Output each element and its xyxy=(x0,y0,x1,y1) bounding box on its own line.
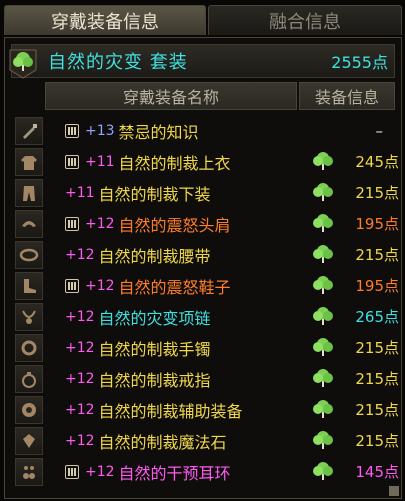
enhancement-level: +12 xyxy=(65,308,95,325)
equipment-name: 自然的制裁辅助装备 xyxy=(98,401,243,421)
necklace-slot-icon xyxy=(15,302,43,331)
enhancement-level: +12 xyxy=(65,339,95,356)
tree-icon xyxy=(311,335,335,359)
equipment-points: 195点 xyxy=(355,277,399,295)
weapon-slot-icon xyxy=(15,116,43,145)
earring-slot-icon xyxy=(15,457,43,486)
lock-icon xyxy=(65,278,79,293)
enhancement-level: +12 xyxy=(85,215,115,232)
lock-icon xyxy=(65,216,79,231)
equipment-row-belt[interactable]: +12 自然的制裁腰带 215点 xyxy=(15,240,399,269)
equipment-row-magicstone[interactable]: +12 自然的制裁魔法石 215点 xyxy=(15,426,399,455)
tree-icon xyxy=(311,459,335,483)
equipment-row-support[interactable]: +12 自然的制裁辅助装备 215点 xyxy=(15,395,399,424)
equipment-points: 215点 xyxy=(355,339,399,357)
equipment-points: 215点 xyxy=(355,401,399,419)
belt-slot-icon xyxy=(15,240,43,269)
tree-icon xyxy=(311,149,335,173)
equipment-points: 215点 xyxy=(355,370,399,388)
equipment-points: 145点 xyxy=(355,463,399,481)
lock-icon xyxy=(65,464,79,479)
enhancement-level: +12 xyxy=(85,277,115,294)
enhancement-level: +11 xyxy=(65,184,95,201)
equipment-points: 245点 xyxy=(355,153,399,171)
tree-icon xyxy=(311,273,335,297)
pants-slot-icon xyxy=(15,178,43,207)
equipment-points: 265点 xyxy=(355,308,399,326)
bracelet-slot-icon xyxy=(15,333,43,362)
enhancement-level: +12 xyxy=(65,401,95,418)
equipment-points: 215点 xyxy=(355,246,399,264)
equipment-row-earring[interactable]: +12 自然的干预耳环 145点 xyxy=(15,457,399,486)
equipment-name: 自然的干预耳环 xyxy=(118,463,231,483)
equipment-name: 禁忌的知识 xyxy=(118,122,199,142)
tab-equipped-info[interactable]: 穿戴装备信息 xyxy=(4,5,206,35)
tree-icon xyxy=(311,304,335,328)
equipment-points: – xyxy=(375,121,384,140)
equipment-name: 自然的制裁上衣 xyxy=(118,153,231,173)
enhancement-level: +12 xyxy=(65,370,95,387)
equipment-name-header: 穿戴装备名称 xyxy=(45,82,297,110)
equipment-row-shoulder[interactable]: +12 自然的震怒头肩 195点 xyxy=(15,209,399,238)
enhancement-level: +12 xyxy=(65,246,95,263)
tree-icon xyxy=(311,211,335,235)
tree-icon xyxy=(311,180,335,204)
equipment-name: 自然的震怒头肩 xyxy=(118,215,231,235)
enhancement-level: +11 xyxy=(85,153,115,170)
equipment-row-necklace[interactable]: +12 自然的灾变项链 265点 xyxy=(15,302,399,331)
tree-icon xyxy=(311,428,335,452)
equipment-row-bracelet[interactable]: +12 自然的制裁手镯 215点 xyxy=(15,333,399,362)
equipment-name: 自然的制裁手镯 xyxy=(98,339,211,359)
magicstone-slot-icon xyxy=(15,426,43,455)
lock-icon xyxy=(65,154,79,169)
tree-icon xyxy=(311,397,335,421)
equipment-points: 215点 xyxy=(355,432,399,450)
set-summary-row: 自然的灾变 套装 2555点 xyxy=(9,44,395,79)
set-points: 2555点 xyxy=(331,53,388,72)
enhancement-level: +13 xyxy=(85,122,115,139)
equipment-name: 自然的制裁腰带 xyxy=(98,246,211,266)
equipment-row-shoes[interactable]: +12 自然的震怒鞋子 195点 xyxy=(15,271,399,300)
equipment-name: 自然的震怒鞋子 xyxy=(118,277,231,297)
shoes-slot-icon xyxy=(15,271,43,300)
column-header: 穿戴装备名称 装备信息 xyxy=(45,82,395,110)
enhancement-level: +12 xyxy=(85,463,115,480)
equipment-points: 215点 xyxy=(355,184,399,202)
scrollbar-corner[interactable] xyxy=(389,486,399,496)
tab-fusion-info[interactable]: 融合信息 xyxy=(208,5,402,35)
ring-slot-icon xyxy=(15,364,43,393)
shoulder-slot-icon xyxy=(15,209,43,238)
equipment-info-header: 装备信息 xyxy=(299,82,395,110)
equipment-points: 195点 xyxy=(355,215,399,233)
equipment-row-weapon[interactable]: +13 禁忌的知识 – xyxy=(15,116,399,145)
tab-bar: 穿戴装备信息 融合信息 xyxy=(4,3,402,37)
tree-icon xyxy=(311,366,335,390)
enhancement-level: +12 xyxy=(65,432,95,449)
equipment-panel: 自然的灾变 套装 2555点 穿戴装备名称 装备信息 +13 禁忌的知识 – +11 自… xyxy=(4,37,402,499)
equipment-name: 自然的制裁魔法石 xyxy=(98,432,227,452)
tree-set-icon xyxy=(6,46,40,80)
tree-icon xyxy=(311,242,335,266)
lock-icon xyxy=(65,123,79,138)
equipment-name: 自然的灾变项链 xyxy=(98,308,211,328)
set-name: 自然的灾变 套装 xyxy=(48,52,188,73)
equipment-row-top[interactable]: +11 自然的制裁上衣 245点 xyxy=(15,147,399,176)
equipment-name: 自然的制裁下装 xyxy=(98,184,211,204)
equipment-row-pants[interactable]: +11 自然的制裁下装 215点 xyxy=(15,178,399,207)
support-slot-icon xyxy=(15,395,43,424)
equipment-name: 自然的制裁戒指 xyxy=(98,370,211,390)
equipment-row-ring[interactable]: +12 自然的制裁戒指 215点 xyxy=(15,364,399,393)
top-slot-icon xyxy=(15,147,43,176)
